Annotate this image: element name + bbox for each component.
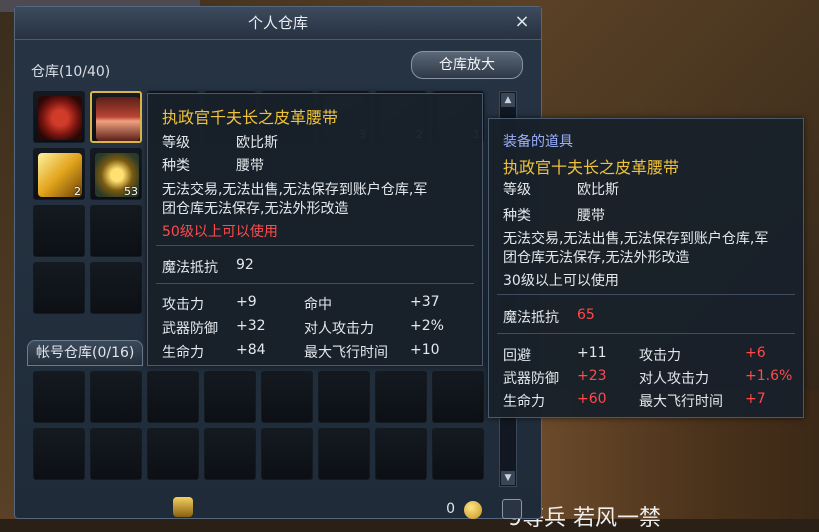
- level-value: 欧比斯: [577, 182, 619, 198]
- warehouse-slot[interactable]: [33, 262, 85, 314]
- divider: [156, 245, 474, 246]
- type-value: 腰带: [236, 158, 264, 174]
- window-title: 个人仓库: [15, 7, 541, 40]
- stat-value: +23: [577, 368, 607, 384]
- warehouse-slot[interactable]: [90, 262, 142, 314]
- stat-label: 攻击力: [162, 297, 204, 313]
- stat-label: 最大飞行时间: [639, 394, 723, 410]
- account-slot[interactable]: [33, 371, 85, 423]
- account-slot[interactable]: [204, 371, 256, 423]
- magic-resist-value: 92: [236, 257, 254, 273]
- warehouse-capacity-label: 仓库(10/40): [31, 64, 111, 80]
- close-icon[interactable]: ×: [511, 11, 533, 33]
- restriction-line: 无法交易,无法出售,无法保存到账户仓库,军: [503, 231, 769, 247]
- item-count: 2: [74, 185, 81, 198]
- item-tooltip: 执政官千夫长之皮革腰带 等级 欧比斯 种类 腰带 无法交易,无法出售,无法保存到…: [147, 93, 483, 366]
- account-slot[interactable]: [375, 428, 427, 480]
- restriction-line: 团仓库无法保存,无法外形改造: [162, 201, 349, 217]
- stat-value: +10: [410, 342, 440, 358]
- magic-resist-value: 65: [577, 307, 595, 323]
- account-slot[interactable]: [375, 371, 427, 423]
- magic-resist-label: 魔法抵抗: [162, 260, 218, 276]
- stat-label: 最大飞行时间: [304, 345, 388, 361]
- item-name: 执政官十夫长之皮革腰带: [503, 158, 680, 177]
- scroll-up-icon[interactable]: ▲: [501, 93, 515, 107]
- divider: [497, 294, 795, 295]
- stat-value: +84: [236, 342, 266, 358]
- money-bag-icon[interactable]: [173, 497, 193, 517]
- account-slot[interactable]: [90, 371, 142, 423]
- level-label: 等级: [162, 135, 190, 151]
- stat-label: 对人攻击力: [639, 371, 709, 387]
- stat-value: +7: [745, 391, 766, 407]
- account-slot[interactable]: [432, 428, 484, 480]
- stat-label: 命中: [304, 297, 332, 313]
- stat-label: 回避: [503, 348, 531, 364]
- stat-value: +1.6%: [745, 368, 793, 384]
- warehouse-slot[interactable]: 53: [90, 148, 142, 200]
- stat-label: 攻击力: [639, 348, 681, 364]
- warehouse-slot-selected[interactable]: [90, 91, 142, 143]
- equipped-header: 装备的道具: [503, 134, 573, 150]
- tab-account-warehouse[interactable]: 帐号仓库(0/16): [27, 340, 144, 366]
- account-slot[interactable]: [204, 428, 256, 480]
- stat-value: +37: [410, 294, 440, 310]
- account-slot[interactable]: [432, 371, 484, 423]
- stat-value: +32: [236, 318, 266, 334]
- item-name: 执政官千夫长之皮革腰带: [162, 108, 339, 127]
- account-slot[interactable]: [261, 428, 313, 480]
- restriction-line: 无法交易,无法出售,无法保存到账户仓库,军: [162, 182, 428, 198]
- warehouse-slot[interactable]: [33, 205, 85, 257]
- red-ring-icon: [38, 96, 82, 140]
- scroll-down-icon[interactable]: ▼: [501, 471, 515, 485]
- warehouse-slot[interactable]: [90, 205, 142, 257]
- stat-label: 武器防御: [503, 371, 559, 387]
- stat-label: 生命力: [162, 345, 204, 361]
- stat-value: +11: [577, 345, 607, 361]
- divider: [156, 283, 474, 284]
- gold-coin-icon: [464, 501, 482, 519]
- account-slot[interactable]: [33, 428, 85, 480]
- stat-label: 对人攻击力: [304, 321, 374, 337]
- account-slot[interactable]: [147, 371, 199, 423]
- stat-label: 生命力: [503, 394, 545, 410]
- expand-warehouse-button[interactable]: 仓库放大: [411, 51, 523, 79]
- stat-value: +2%: [410, 318, 444, 334]
- level-label: 等级: [503, 182, 531, 198]
- magic-resist-label: 魔法抵抗: [503, 310, 559, 326]
- level-requirement: 30级以上可以使用: [503, 273, 619, 289]
- leather-belt-icon: [96, 97, 140, 141]
- account-slot[interactable]: [90, 428, 142, 480]
- account-slot[interactable]: [318, 371, 370, 423]
- sort-icon[interactable]: [502, 499, 522, 519]
- item-count: 53: [124, 185, 138, 198]
- warehouse-slot[interactable]: 2: [33, 148, 85, 200]
- type-value: 腰带: [577, 208, 605, 224]
- stat-value: +6: [745, 345, 766, 361]
- level-value: 欧比斯: [236, 135, 278, 151]
- warehouse-slot[interactable]: [33, 91, 85, 143]
- stat-label: 武器防御: [162, 321, 218, 337]
- stat-value: +60: [577, 391, 607, 407]
- divider: [497, 333, 795, 334]
- type-label: 种类: [503, 208, 531, 224]
- account-warehouse-grid: [31, 369, 491, 489]
- account-slot[interactable]: [318, 428, 370, 480]
- restriction-line: 团仓库无法保存,无法外形改造: [503, 250, 690, 266]
- equipped-item-tooltip: 装备的道具 执政官十夫长之皮革腰带 等级 欧比斯 种类 腰带 无法交易,无法出售…: [488, 118, 804, 418]
- type-label: 种类: [162, 158, 190, 174]
- account-slot[interactable]: [147, 428, 199, 480]
- account-slot[interactable]: [261, 371, 313, 423]
- money-amount: 0: [446, 501, 455, 517]
- level-requirement: 50级以上可以使用: [162, 224, 278, 240]
- stat-value: +9: [236, 294, 257, 310]
